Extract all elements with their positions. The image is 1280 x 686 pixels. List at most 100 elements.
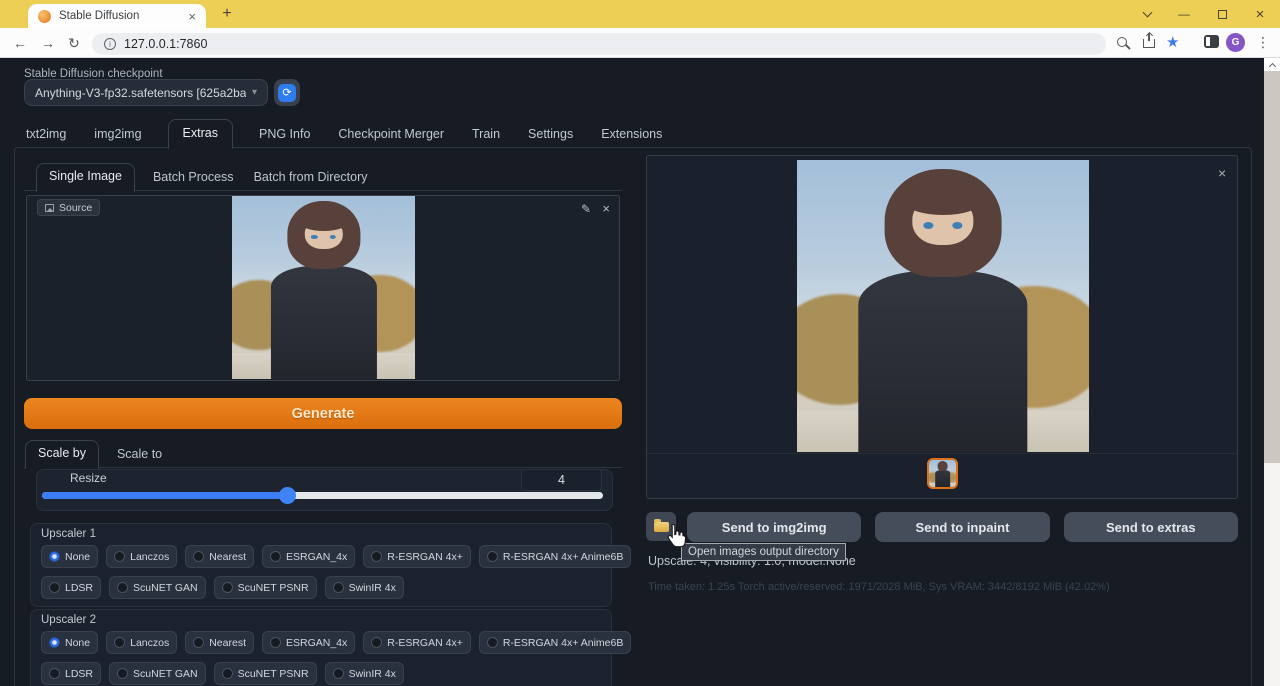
extras-subtab[interactable]: Batch from Directory — [252, 165, 370, 191]
extras-subtab-label: Batch from Directory — [254, 170, 368, 184]
upscaler-option[interactable]: Nearest — [185, 631, 254, 654]
extras-subtab-label: Single Image — [49, 169, 122, 183]
page-scrollbar[interactable] — [1264, 58, 1280, 686]
tooltip: Open images output directory — [681, 543, 846, 561]
generate-button[interactable]: Generate — [24, 398, 622, 429]
tab-title: Stable Diffusion — [59, 10, 180, 22]
upscaler-option[interactable]: R-ESRGAN 4x+ — [363, 545, 471, 568]
main-tabs: txt2img img2img Extras PNG Info Checkpoint M… — [24, 119, 664, 148]
gallery-thumbnail-image — [929, 460, 956, 487]
upscaler2-group: Upscaler 2 None Lanczos Nearest ESRGAN_4x R-… — [30, 609, 612, 686]
share-icon[interactable] — [1143, 39, 1155, 48]
search-icon[interactable] — [1117, 37, 1127, 47]
tab-close-icon[interactable]: × — [188, 10, 196, 23]
window-minimize-button[interactable]: — — [1169, 0, 1199, 28]
address-bar[interactable]: i 127.0.0.1:7860 — [92, 33, 1106, 55]
upscaler-option[interactable]: None — [41, 545, 98, 568]
checkpoint-dropdown[interactable]: Anything-V3-fp32.safetensors [625a2ba2] … — [24, 79, 268, 106]
send-button-label: Send to img2img — [722, 520, 827, 535]
radio-icon — [193, 551, 204, 562]
window-close-button[interactable]: × — [1245, 0, 1275, 28]
upscaler-option[interactable]: ESRGAN_4x — [262, 545, 355, 568]
radio-icon — [193, 637, 204, 648]
checkpoint-value: Anything-V3-fp32.safetensors [625a2ba2] — [35, 86, 246, 100]
clear-image-icon[interactable]: × — [602, 201, 610, 216]
radio-icon — [49, 668, 60, 679]
resize-value-input[interactable]: 4 — [521, 469, 602, 491]
upscaler-option[interactable]: LDSR — [41, 662, 101, 685]
new-tab-button[interactable]: + — [216, 5, 238, 23]
upscaler-option-label: ESRGAN_4x — [286, 551, 347, 563]
upscaler-option[interactable]: Lanczos — [106, 631, 177, 654]
radio-icon — [270, 551, 281, 562]
upscaler-option[interactable]: SwinIR 4x — [325, 662, 404, 685]
extras-subtab[interactable]: Single Image — [36, 163, 135, 192]
main-tab-label: Train — [472, 127, 500, 141]
upscaler-option[interactable]: R-ESRGAN 4x+ Anime6B — [479, 545, 632, 568]
upscaler-option-label: SwinIR 4x — [349, 668, 396, 680]
gallery-close-icon[interactable]: × — [1218, 165, 1226, 181]
scrollbar-up-icon[interactable] — [1264, 58, 1280, 71]
upscaler-option-label: None — [65, 551, 90, 563]
radio-icon — [117, 582, 128, 593]
main-tab[interactable]: Train — [470, 121, 502, 148]
scrollbar-thumb[interactable] — [1264, 71, 1280, 463]
main-tab[interactable]: txt2img — [24, 121, 68, 148]
main-tab[interactable]: Extras — [168, 119, 233, 149]
bookmark-star-icon[interactable]: ★ — [1166, 33, 1179, 51]
reload-icon[interactable]: ↻ — [62, 31, 86, 55]
upscaler-option[interactable]: ScuNET GAN — [109, 662, 206, 685]
scale-tab[interactable]: Scale by — [25, 440, 99, 469]
upscaler-option[interactable]: R-ESRGAN 4x+ Anime6B — [479, 631, 632, 654]
send-button[interactable]: Send to inpaint — [875, 512, 1049, 542]
upscaler-option[interactable]: Nearest — [185, 545, 254, 568]
upscaler2-label: Upscaler 2 — [41, 614, 96, 626]
side-panel-icon[interactable] — [1204, 35, 1219, 48]
main-tab-label: PNG Info — [259, 127, 310, 141]
send-button[interactable]: Send to img2img — [687, 512, 861, 542]
upscaler-option[interactable]: SwinIR 4x — [325, 576, 404, 599]
send-button[interactable]: Send to extras — [1064, 512, 1238, 542]
forward-icon[interactable]: → — [36, 31, 60, 55]
main-tab[interactable]: Extensions — [599, 121, 664, 148]
resize-slider-thumb[interactable] — [279, 487, 296, 504]
browser-tab[interactable]: Stable Diffusion × — [28, 4, 206, 28]
scale-tab-label: Scale to — [117, 447, 162, 461]
main-tab[interactable]: PNG Info — [257, 121, 312, 148]
main-tab[interactable]: Settings — [526, 121, 575, 148]
main-tab[interactable]: Checkpoint Merger — [336, 121, 446, 148]
upscaler1-group: Upscaler 1 None Lanczos Nearest ESRGAN_4x R-… — [30, 523, 612, 607]
scale-tab-label: Scale by — [38, 446, 86, 460]
scale-tab[interactable]: Scale to — [115, 442, 164, 468]
gallery-thumbnail[interactable] — [927, 458, 958, 489]
radio-icon — [49, 582, 60, 593]
browser-tabstrip: Stable Diffusion × + — × — [0, 0, 1280, 28]
profile-avatar[interactable]: G — [1226, 33, 1245, 52]
radio-icon — [371, 551, 382, 562]
main-tab-label: Extras — [183, 126, 218, 140]
upscaler-option[interactable]: Lanczos — [106, 545, 177, 568]
result-image[interactable] — [797, 160, 1089, 452]
browser-menu-icon[interactable]: ⋮ — [1256, 34, 1270, 51]
refresh-checkpoints-button[interactable]: ⟳ — [274, 79, 300, 106]
main-tab[interactable]: img2img — [92, 121, 143, 148]
site-info-icon[interactable]: i — [104, 38, 116, 50]
back-icon[interactable]: ← — [8, 31, 32, 55]
upscaler-option[interactable]: ScuNET PSNR — [214, 662, 317, 685]
upscaler-option-label: ScuNET GAN — [133, 582, 198, 594]
upscaler-option[interactable]: ESRGAN_4x — [262, 631, 355, 654]
window-maximize-button[interactable] — [1207, 0, 1237, 28]
radio-icon — [333, 668, 344, 679]
extras-subtab[interactable]: Batch Process — [151, 165, 236, 191]
edit-pencil-icon[interactable]: ✎ — [581, 202, 591, 216]
upscaler1-label: Upscaler 1 — [41, 528, 96, 540]
upscaler-option-label: ScuNET PSNR — [238, 668, 309, 680]
refresh-icon: ⟳ — [278, 84, 296, 102]
upscaler-option[interactable]: ScuNET PSNR — [214, 576, 317, 599]
radio-icon — [487, 637, 498, 648]
upscaler-option[interactable]: ScuNET GAN — [109, 576, 206, 599]
upscaler-option[interactable]: R-ESRGAN 4x+ — [363, 631, 471, 654]
window-menu-chevron-icon[interactable] — [1132, 0, 1162, 28]
upscaler-option[interactable]: LDSR — [41, 576, 101, 599]
upscaler-option[interactable]: None — [41, 631, 98, 654]
